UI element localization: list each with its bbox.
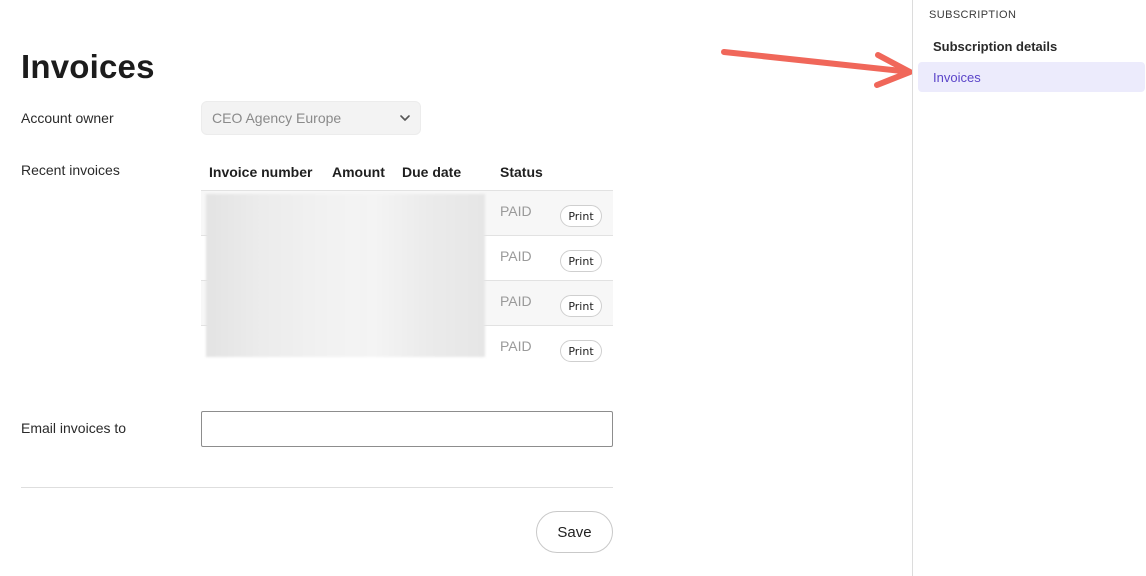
chevron-down-icon <box>400 115 410 121</box>
column-header-due-date: Due date <box>402 164 462 180</box>
main-content: Invoices Account owner CEO Agency Europe… <box>0 0 913 576</box>
invoice-status: PAID <box>500 293 532 309</box>
email-invoices-label: Email invoices to <box>21 420 127 436</box>
sidebar-item-invoices[interactable]: Invoices <box>918 62 1145 92</box>
form-divider <box>21 487 613 488</box>
sidebar-item-subscription-details[interactable]: Subscription details <box>918 31 1145 61</box>
column-header-invoice-number: Invoice number <box>209 164 313 180</box>
sidebar: SUBSCRIPTION Subscription details Invoic… <box>912 0 1146 576</box>
save-button[interactable]: Save <box>536 511 613 553</box>
sidebar-section-title: SUBSCRIPTION <box>929 9 1017 21</box>
account-owner-select[interactable]: CEO Agency Europe <box>201 101 421 135</box>
print-button[interactable]: Print <box>560 250 602 272</box>
redacted-invoice-details <box>206 194 485 357</box>
column-header-amount: Amount <box>332 164 385 180</box>
invoice-status: PAID <box>500 338 532 354</box>
arrow-icon <box>721 49 913 88</box>
page-title: Invoices <box>21 48 155 85</box>
recent-invoices-label: Recent invoices <box>21 162 120 178</box>
invoice-status: PAID <box>500 203 532 219</box>
account-owner-value: CEO Agency Europe <box>212 110 342 126</box>
invoice-status: PAID <box>500 248 532 264</box>
table-header: Invoice number Amount Due date Status <box>201 156 613 191</box>
email-invoices-input[interactable] <box>201 411 613 447</box>
column-header-status: Status <box>500 164 543 180</box>
print-button[interactable]: Print <box>560 295 602 317</box>
print-button[interactable]: Print <box>560 340 602 362</box>
account-owner-label: Account owner <box>21 110 114 126</box>
print-button[interactable]: Print <box>560 205 602 227</box>
